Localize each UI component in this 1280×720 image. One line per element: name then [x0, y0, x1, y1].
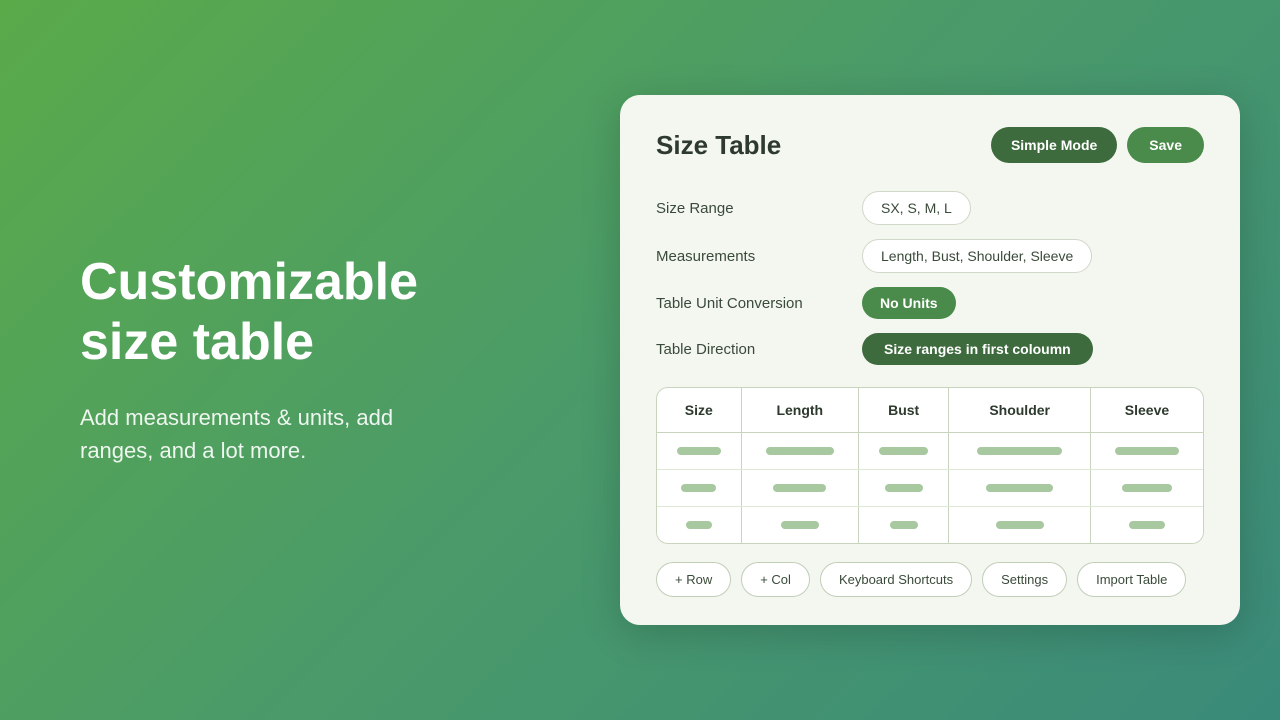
cell-bar — [890, 521, 918, 529]
measurements-label: Measurements — [656, 248, 846, 265]
cell-bar — [879, 447, 928, 455]
table-header-row: Size Length Bust Shoulder Sleeve — [657, 388, 1203, 433]
size-table: Size Length Bust Shoulder Sleeve — [656, 387, 1204, 544]
unit-conversion-label: Table Unit Conversion — [656, 295, 846, 312]
form-section: Size Range SX, S, M, L Measurements Leng… — [656, 191, 1204, 365]
col-sleeve: Sleeve — [1090, 388, 1203, 433]
left-panel: Customizable size table Add measurements… — [0, 193, 478, 527]
cell-bar — [1129, 521, 1166, 529]
unit-conversion-row: Table Unit Conversion No Units — [656, 287, 1204, 319]
card-title: Size Table — [656, 130, 781, 161]
save-button[interactable]: Save — [1127, 127, 1204, 163]
col-length: Length — [741, 388, 858, 433]
table-direction-label: Table Direction — [656, 341, 846, 358]
cell-bar — [766, 447, 833, 455]
size-range-input[interactable]: SX, S, M, L — [862, 191, 971, 225]
import-table-button[interactable]: Import Table — [1077, 562, 1186, 597]
cell-bar — [686, 521, 711, 529]
col-shoulder: Shoulder — [949, 388, 1091, 433]
headline-line2: size table — [80, 313, 314, 371]
table-row — [657, 433, 1203, 470]
size-range-label: Size Range — [656, 200, 846, 217]
cell-bar — [996, 521, 1044, 529]
cell-bar — [986, 484, 1052, 492]
cell-bar — [681, 484, 716, 492]
headline: Customizable size table — [80, 253, 418, 373]
cell-bar — [977, 447, 1061, 455]
bottom-buttons: + Row + Col Keyboard Shortcuts Settings … — [656, 562, 1204, 597]
add-col-button[interactable]: + Col — [741, 562, 810, 597]
add-row-button[interactable]: + Row — [656, 562, 731, 597]
cell-bar — [1122, 484, 1173, 492]
headline-line1: Customizable — [80, 253, 418, 311]
description: Add measurements & units, add ranges, an… — [80, 401, 418, 467]
col-size: Size — [657, 388, 741, 433]
cell-bar — [773, 484, 826, 492]
keyboard-shortcuts-button[interactable]: Keyboard Shortcuts — [820, 562, 972, 597]
col-bust: Bust — [858, 388, 948, 433]
table-direction-row: Table Direction Size ranges in first col… — [656, 333, 1204, 365]
size-range-row: Size Range SX, S, M, L — [656, 191, 1204, 225]
cell-bar — [885, 484, 923, 492]
card-header: Size Table Simple Mode Save — [656, 127, 1204, 163]
size-table-card: Size Table Simple Mode Save Size Range S… — [620, 95, 1240, 625]
cell-bar — [1115, 447, 1179, 455]
table-direction-button[interactable]: Size ranges in first coloumn — [862, 333, 1093, 365]
measurements-input[interactable]: Length, Bust, Shoulder, Sleeve — [862, 239, 1092, 273]
header-buttons: Simple Mode Save — [991, 127, 1204, 163]
table-row — [657, 507, 1203, 544]
cell-bar — [781, 521, 820, 529]
simple-mode-button[interactable]: Simple Mode — [991, 127, 1117, 163]
cell-bar — [677, 447, 722, 455]
measurements-row: Measurements Length, Bust, Shoulder, Sle… — [656, 239, 1204, 273]
no-units-button[interactable]: No Units — [862, 287, 956, 319]
table-row — [657, 470, 1203, 507]
settings-button[interactable]: Settings — [982, 562, 1067, 597]
